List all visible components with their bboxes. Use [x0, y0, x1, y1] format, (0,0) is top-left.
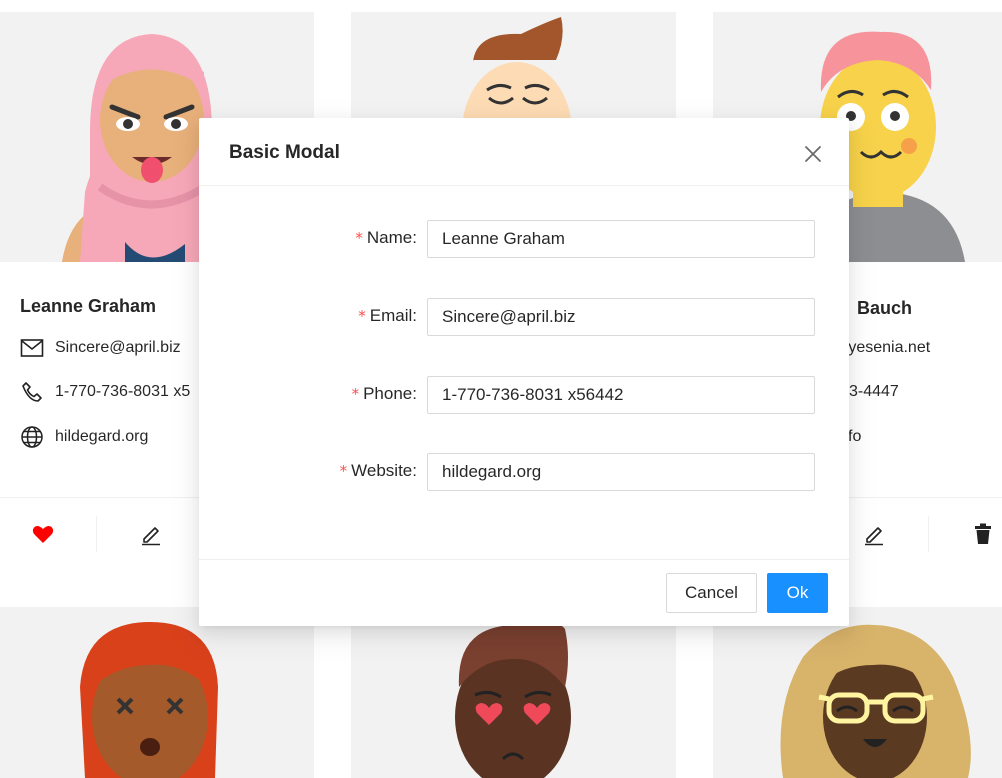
form-row-phone: * Phone: [199, 374, 849, 414]
form-row-website: * Website: [199, 451, 849, 491]
website-label: * Website: [339, 461, 417, 480]
name-input[interactable] [427, 220, 815, 258]
form-row-email: * Email: [199, 296, 849, 336]
phone-label: * Phone: [351, 384, 417, 403]
required-mark: * [351, 385, 360, 403]
website-input[interactable] [427, 453, 815, 491]
form-row-name: * Name: [199, 218, 849, 258]
modal-title: Basic Modal [229, 142, 340, 163]
email-label: * Email: [358, 306, 417, 325]
name-label: * Name: [355, 228, 417, 247]
close-icon[interactable] [801, 142, 825, 166]
basic-modal: Basic Modal *Name: *Email: *Phone: *Webs… [199, 118, 849, 626]
email-input[interactable] [427, 298, 815, 336]
ok-button[interactable]: Ok [767, 573, 828, 613]
required-mark: * [339, 462, 348, 480]
modal-footer: Cancel Ok [199, 559, 849, 626]
required-mark: * [355, 229, 363, 247]
phone-input[interactable] [427, 376, 815, 414]
required-mark: * [358, 307, 366, 325]
modal-header: Basic Modal [199, 118, 849, 186]
cancel-button[interactable]: Cancel [666, 573, 757, 613]
